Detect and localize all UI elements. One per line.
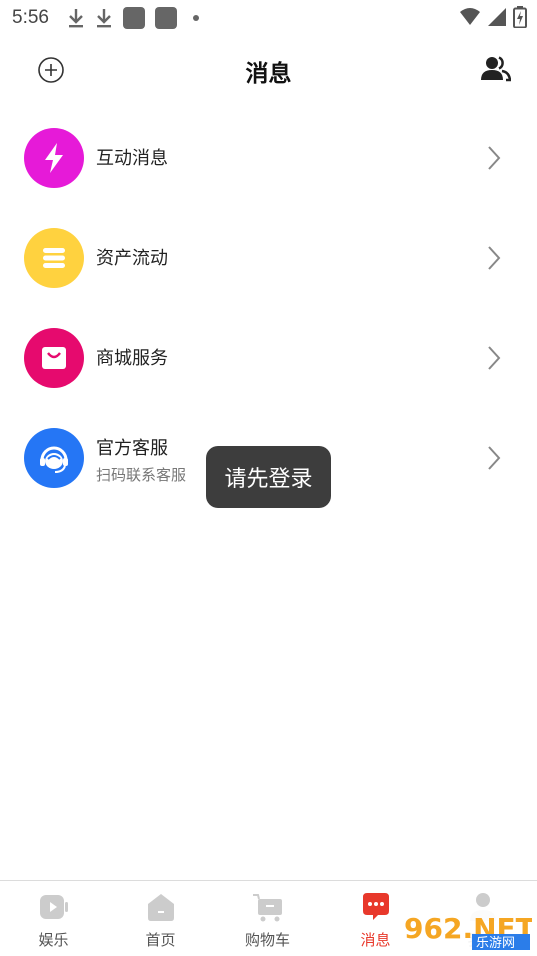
download-icon: [96, 9, 111, 28]
download-icon: [68, 9, 83, 28]
list-item-interactive-messages[interactable]: 互动消息: [0, 108, 537, 208]
nav-label: 购物车: [244, 931, 290, 949]
app-notification-icon: [154, 7, 177, 29]
chevron-right-icon: [488, 446, 501, 470]
list-item-asset-flow[interactable]: 资产流动: [0, 208, 537, 308]
list-item-mall-service[interactable]: 商城服务: [0, 308, 537, 408]
video-icon: [39, 895, 68, 919]
status-time: 5:56: [12, 7, 49, 28]
stack-icon: [24, 228, 84, 288]
nav-label: 首页: [145, 931, 176, 949]
status-system-icons: [459, 6, 527, 28]
chat-bubble-icon: [362, 893, 389, 920]
chevron-right-icon: [488, 146, 501, 170]
contacts-icon[interactable]: [481, 54, 511, 84]
headset-icon: [24, 428, 84, 488]
header: 消息: [0, 42, 537, 98]
list-item-title: 资产流动: [96, 248, 168, 269]
nav-item-entertainment[interactable]: 娱乐: [0, 881, 107, 956]
list-item-title: 官方客服: [96, 438, 168, 459]
lightning-icon: [24, 128, 84, 188]
more-notifications-icon: [192, 15, 199, 21]
nav-item-home[interactable]: 首页: [107, 881, 214, 956]
chevron-right-icon: [488, 346, 501, 370]
battery-icon: [513, 6, 527, 28]
list-item-title: 商城服务: [96, 348, 168, 369]
cart-icon: [252, 894, 282, 922]
watermark-tagline: 乐游网: [476, 936, 515, 951]
list-item-subtitle: 扫码联系客服: [96, 466, 187, 484]
status-bar: 5:56: [0, 0, 537, 36]
nav-item-cart[interactable]: 购物车: [214, 881, 321, 956]
chevron-right-icon: [488, 246, 501, 270]
login-toast: 请先登录: [206, 446, 331, 508]
watermark-logo: 962.NET 乐游网: [398, 908, 532, 952]
nav-label: 娱乐: [38, 931, 69, 949]
wifi-icon: [460, 8, 480, 25]
app-notification-icon: [122, 7, 145, 29]
home-icon: [147, 894, 174, 921]
shopping-bag-icon: [24, 328, 84, 388]
signal-icon: [488, 8, 506, 26]
list-item-title: 互动消息: [96, 148, 168, 169]
status-notification-icons: [67, 7, 199, 29]
page-title: 消息: [245, 61, 292, 87]
